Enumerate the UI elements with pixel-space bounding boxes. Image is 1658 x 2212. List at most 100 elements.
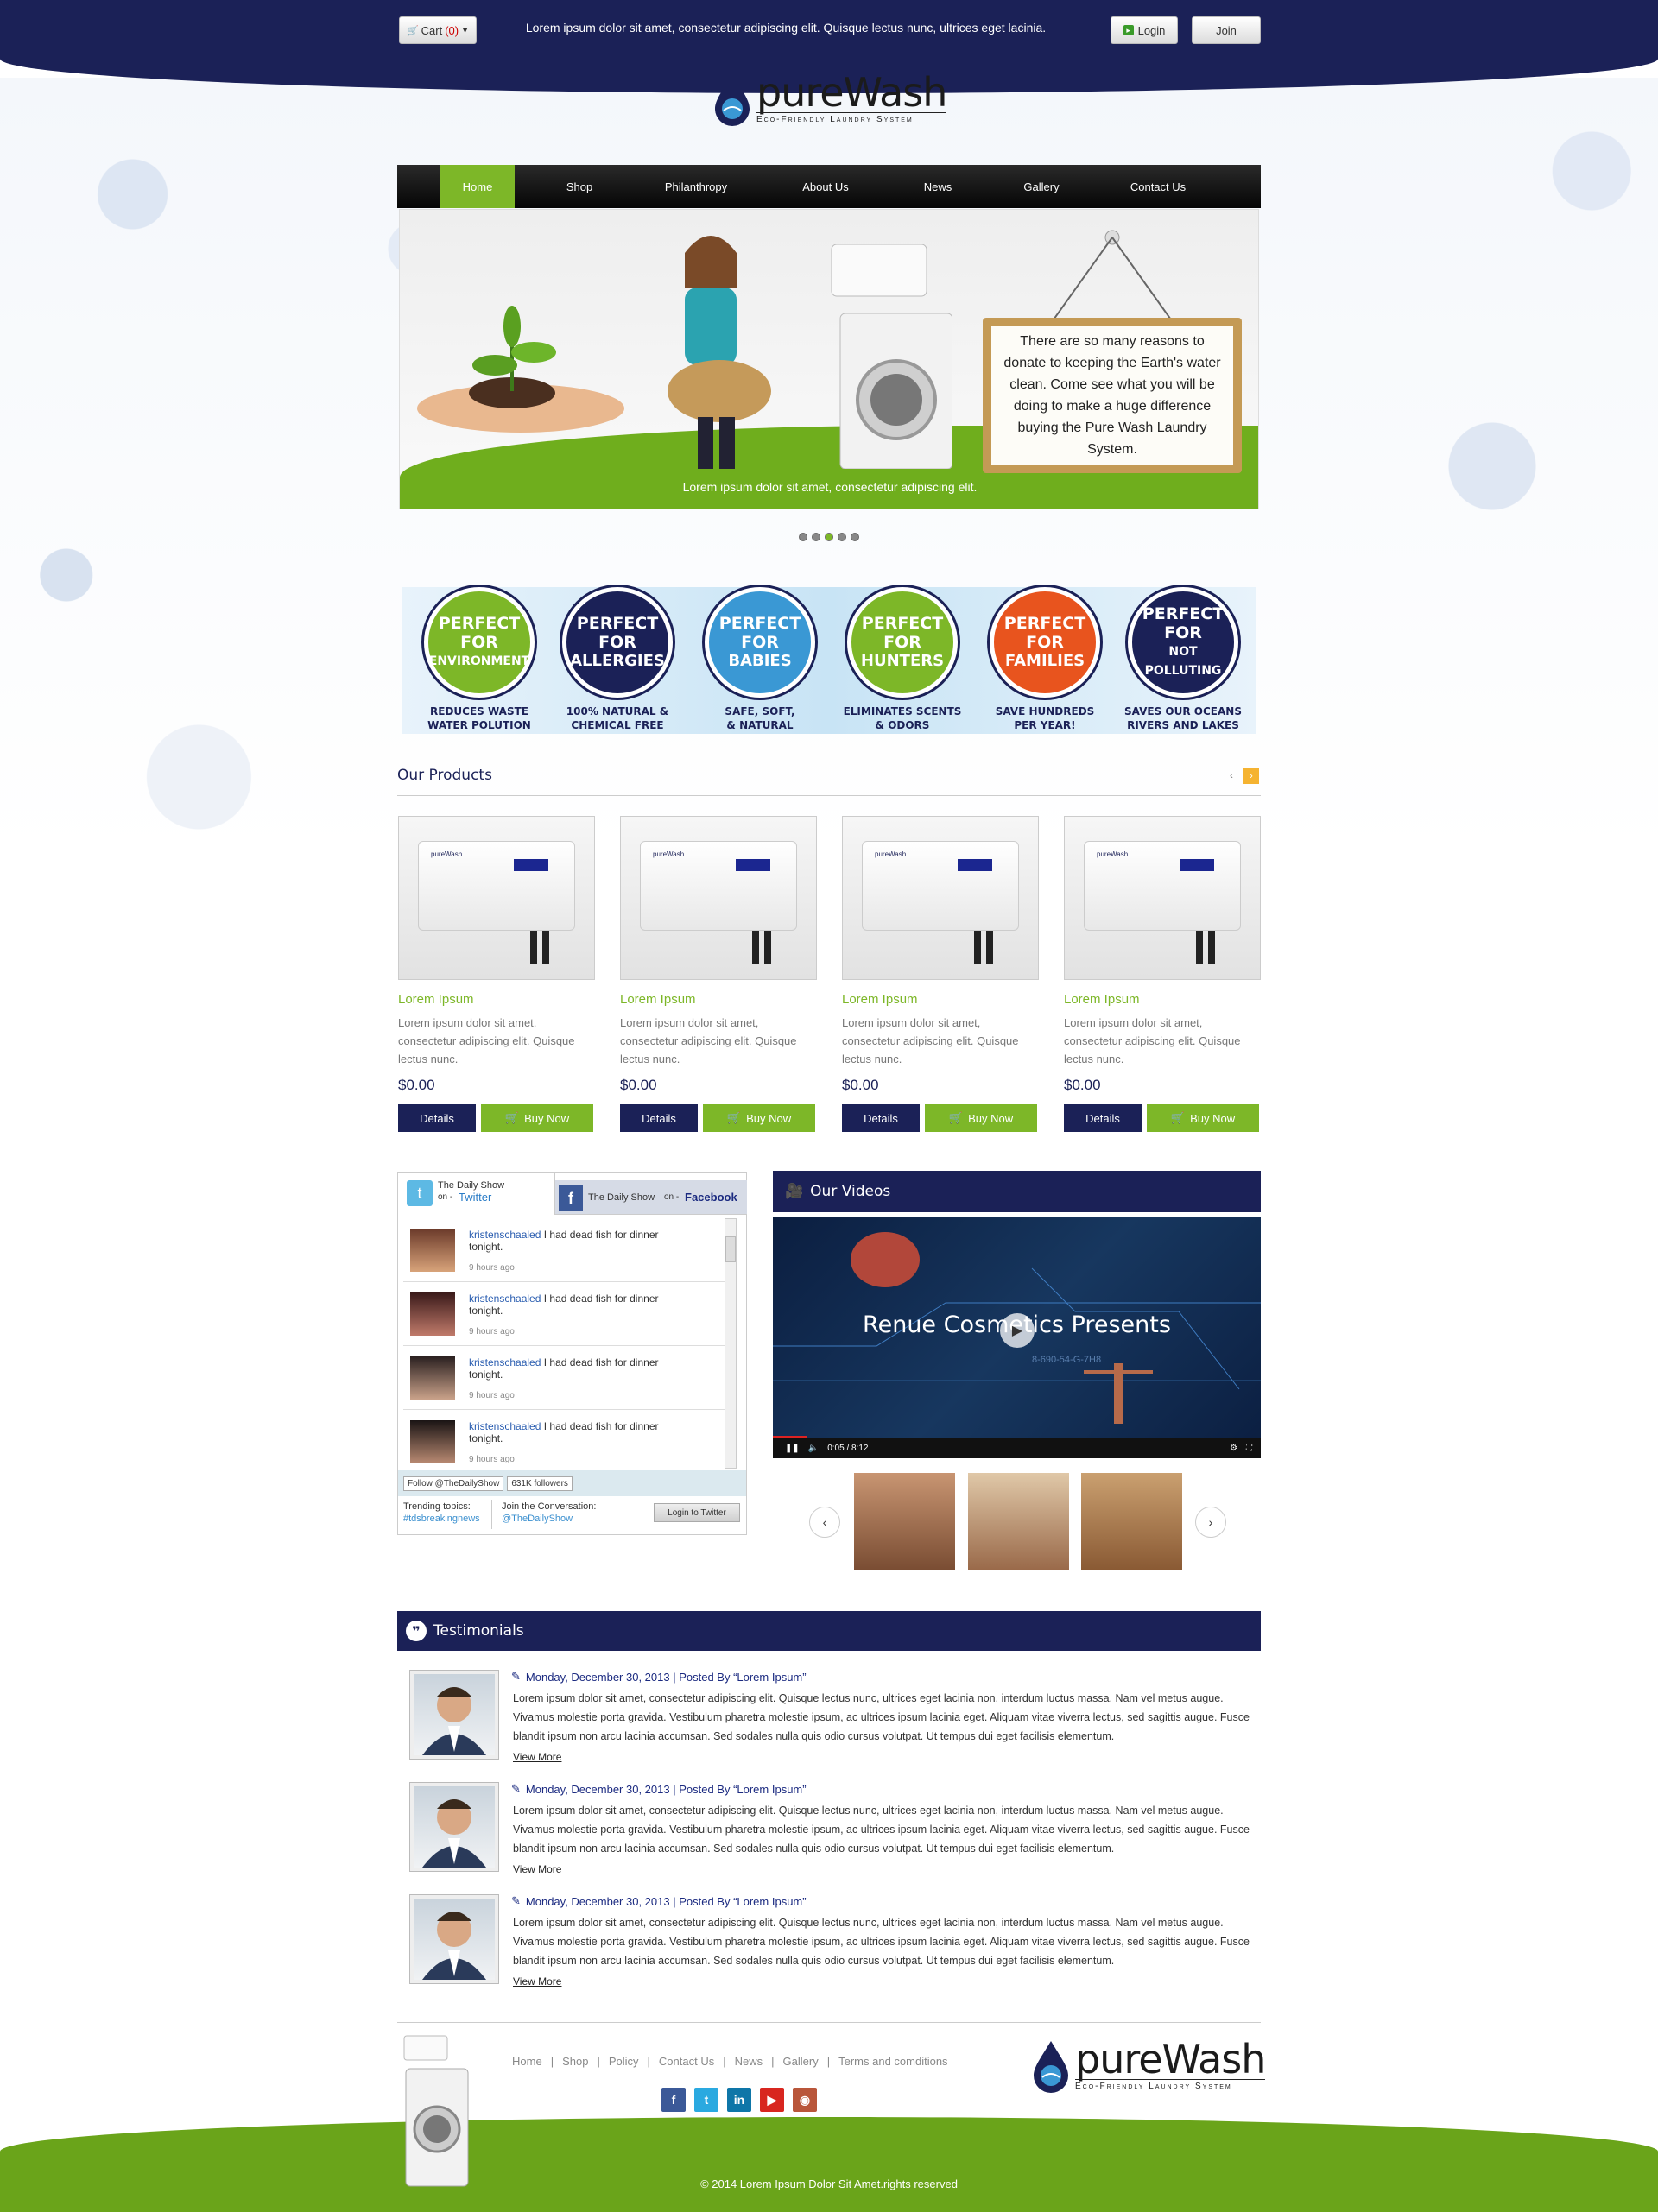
- slider-dot[interactable]: [812, 533, 820, 541]
- slider-dot-active[interactable]: [825, 533, 833, 541]
- nav-item-news[interactable]: News: [903, 165, 972, 208]
- tweet-user[interactable]: kristenschaaled: [469, 1356, 541, 1368]
- view-more-link[interactable]: View More: [513, 1863, 561, 1875]
- tweet-item[interactable]: kristenschaaled I had dead fish for dinn…: [403, 1410, 731, 1474]
- details-button[interactable]: Details: [398, 1104, 476, 1132]
- tweet-user[interactable]: kristenschaaled: [469, 1420, 541, 1432]
- view-more-link[interactable]: View More: [513, 1975, 561, 1988]
- buy-now-button[interactable]: 🛒 Buy Now: [1147, 1104, 1259, 1132]
- tweets-scrollbar[interactable]: [725, 1218, 737, 1469]
- product-name[interactable]: Lorem Ipsum: [842, 992, 1039, 1007]
- product-image[interactable]: pureWash: [842, 816, 1039, 980]
- nav-item-shop[interactable]: Shop: [515, 165, 644, 208]
- product-image[interactable]: pureWash: [620, 816, 817, 980]
- footer-logo[interactable]: pureWash Eco-Friendly Laundry System: [1032, 2039, 1266, 2093]
- device-pipe: [764, 931, 771, 964]
- tweet-user[interactable]: kristenschaaled: [469, 1292, 541, 1305]
- sign-text: There are so many reasons to donate to k…: [991, 326, 1233, 465]
- cart-button[interactable]: 🛒 Cart (0) ▼: [399, 16, 477, 44]
- tab-facebook[interactable]: f The Daily Show on - Facebook: [555, 1180, 747, 1215]
- product-image[interactable]: pureWash: [398, 816, 595, 980]
- settings-icon[interactable]: ⚙: [1230, 1444, 1237, 1453]
- tweet-item[interactable]: kristenschaaled I had dead fish for dinn…: [403, 1218, 731, 1282]
- footer-link-terms[interactable]: Terms and comditions: [838, 2055, 947, 2068]
- footer-link-home[interactable]: Home: [512, 2055, 542, 2068]
- play-icon[interactable]: ▶: [1000, 1313, 1035, 1348]
- trending-tag[interactable]: #tdsbreakingnews: [403, 1514, 480, 1524]
- nav-item-home[interactable]: Home: [440, 165, 515, 208]
- tab-twitter-on: on -: [438, 1192, 453, 1202]
- video-next-arrow[interactable]: ›: [1195, 1507, 1226, 1538]
- nav-item-contact-us[interactable]: Contact Us: [1111, 165, 1206, 208]
- follow-bar: Follow @TheDailyShow 631K followers: [398, 1470, 746, 1496]
- video-camera-icon: 🎥: [785, 1183, 804, 1200]
- login-twitter-button[interactable]: Login to Twitter: [654, 1503, 740, 1522]
- buy-now-button[interactable]: 🛒 Buy Now: [703, 1104, 815, 1132]
- footer-link-shop[interactable]: Shop: [562, 2055, 588, 2068]
- join-handle[interactable]: @TheDailyShow: [502, 1514, 573, 1524]
- feature-cap1: SAVES OUR OCEANS: [1124, 705, 1242, 717]
- slide-caption: Lorem ipsum dolor sit amet, consectetur …: [682, 480, 978, 494]
- tweet-item[interactable]: kristenschaaled I had dead fish for dinn…: [403, 1346, 731, 1410]
- fullscreen-icon[interactable]: ⛶: [1246, 1444, 1261, 1453]
- facebook-icon[interactable]: f: [661, 2088, 686, 2112]
- feature-environment: PERFECT FOR ENVIRONMENT REDUCES WASTE WATER…: [414, 587, 544, 732]
- video-progress[interactable]: [773, 1436, 807, 1438]
- tab-twitter[interactable]: t The Daily Show on - Twitter: [398, 1173, 555, 1215]
- product-name[interactable]: Lorem Ipsum: [1064, 992, 1261, 1007]
- slider-dot[interactable]: [838, 533, 846, 541]
- slider-dot[interactable]: [851, 533, 859, 541]
- video-prev-arrow[interactable]: ‹: [809, 1507, 840, 1538]
- nav-item-gallery[interactable]: Gallery: [972, 165, 1111, 208]
- video-player[interactable]: 8-690-54-G-7H8 Renue Cosmetics Presents …: [773, 1217, 1261, 1458]
- slider-dot[interactable]: [799, 533, 807, 541]
- details-button[interactable]: Details: [842, 1104, 920, 1132]
- twitter-icon[interactable]: t: [694, 2088, 718, 2112]
- product-name[interactable]: Lorem Ipsum: [620, 992, 817, 1007]
- device-pipe: [1208, 931, 1215, 964]
- youtube-icon[interactable]: ▶: [760, 2088, 784, 2112]
- buy-now-button[interactable]: 🛒 Buy Now: [481, 1104, 593, 1132]
- login-button[interactable]: ▸ Login: [1111, 16, 1178, 44]
- copyright: © 2014 Lorem Ipsum Dolor Sit Amet.rights…: [700, 2177, 958, 2190]
- hero-slider[interactable]: There are so many reasons to donate to k…: [399, 209, 1259, 509]
- pause-icon[interactable]: ❚❚: [785, 1444, 800, 1453]
- details-button[interactable]: Details: [620, 1104, 698, 1132]
- footer-link-contact-us[interactable]: Contact Us: [659, 2055, 714, 2068]
- join-button[interactable]: Join: [1192, 16, 1261, 44]
- linkedin-icon[interactable]: in: [727, 2088, 751, 2112]
- nav-item-philanthropy[interactable]: Philanthropy: [644, 165, 748, 208]
- login-arrow-icon: ▸: [1123, 25, 1134, 35]
- product-name[interactable]: Lorem Ipsum: [398, 992, 595, 1007]
- device-brand: pureWash: [1097, 850, 1129, 858]
- follow-button[interactable]: Follow @TheDailyShow: [403, 1476, 504, 1491]
- view-more-link[interactable]: View More: [513, 1751, 561, 1763]
- tweet-item[interactable]: kristenschaaled I had dead fish for dinn…: [403, 1282, 731, 1346]
- feature-badge: PERFECT FOR ALLERGIES: [562, 587, 673, 698]
- volume-icon[interactable]: 🔈: [808, 1444, 819, 1453]
- testimonial-date: Monday, December 30, 2013 | Posted By “L…: [525, 1782, 807, 1796]
- tweet-user[interactable]: kristenschaaled: [469, 1229, 541, 1241]
- tab-facebook-network: Facebook: [685, 1191, 737, 1204]
- footer-link-news[interactable]: News: [735, 2055, 763, 2068]
- product-card: pureWash Lorem Ipsum Lorem ipsum dolor s…: [1064, 816, 1261, 1132]
- footer-green-band: [0, 2117, 1658, 2212]
- scrollbar-thumb[interactable]: [725, 1236, 736, 1262]
- feature-l1: PERFECT: [1003, 614, 1086, 633]
- products-prev-arrow[interactable]: ‹: [1230, 769, 1233, 781]
- product-image[interactable]: pureWash: [1064, 816, 1261, 980]
- device-brand: pureWash: [875, 850, 907, 858]
- nav-item-about-us[interactable]: About Us: [748, 165, 903, 208]
- site-logo[interactable]: pureWash Eco-Friendly Laundry System: [713, 73, 947, 126]
- buy-now-button[interactable]: 🛒 Buy Now: [925, 1104, 1037, 1132]
- video-thumbnail[interactable]: [968, 1473, 1069, 1570]
- feature-l1: PERFECT: [718, 614, 801, 633]
- footer-link-policy[interactable]: Policy: [609, 2055, 639, 2068]
- details-button[interactable]: Details: [1064, 1104, 1142, 1132]
- video-thumbnail[interactable]: [854, 1473, 955, 1570]
- instagram-icon[interactable]: ◉: [793, 2088, 817, 2112]
- footer-link-gallery[interactable]: Gallery: [783, 2055, 819, 2068]
- video-time: 0:05 / 8:12: [827, 1443, 869, 1453]
- products-next-arrow[interactable]: ›: [1244, 768, 1259, 784]
- video-thumbnail[interactable]: [1081, 1473, 1182, 1570]
